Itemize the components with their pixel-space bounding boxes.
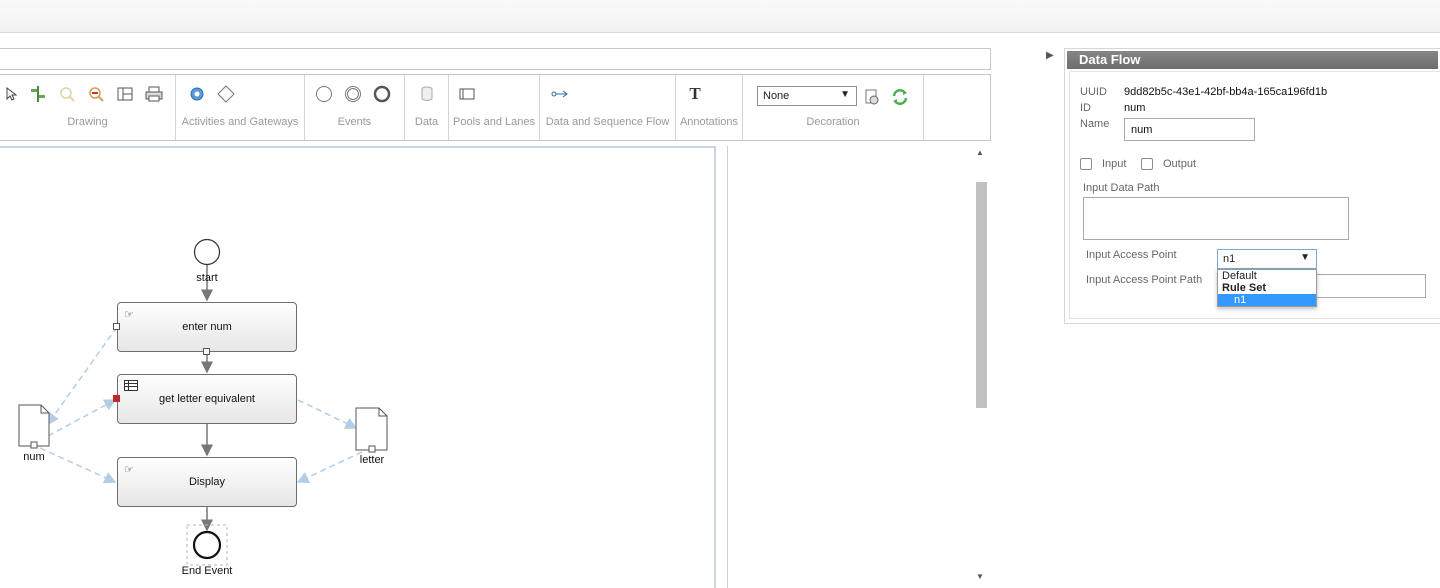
- name-label: Name: [1080, 118, 1110, 130]
- input-data-path-field[interactable]: [1083, 197, 1349, 240]
- input-access-point-value: n1: [1223, 253, 1236, 265]
- data-flow[interactable]: [47, 326, 118, 426]
- hand-icon: ☞: [124, 309, 134, 321]
- data-object-handle[interactable]: [30, 441, 38, 449]
- end-event[interactable]: [192, 530, 222, 560]
- data-flow[interactable]: [47, 399, 117, 437]
- start-event-label: start: [196, 272, 218, 284]
- task-handle-active[interactable]: [113, 395, 120, 402]
- start-event[interactable]: [193, 238, 221, 266]
- scrollbar-thumb[interactable]: [976, 182, 987, 408]
- decoration-settings-icon[interactable]: [863, 88, 881, 106]
- option-group-rule-set: Rule Set: [1222, 282, 1267, 294]
- uuid-value: 9dd82b5c-43e1-42bf-bb4a-165ca196fd1b: [1124, 86, 1328, 98]
- task-label: enter num: [182, 321, 232, 333]
- chevron-down-icon: ▼: [840, 89, 850, 100]
- end-event-label: End Event: [181, 565, 233, 577]
- vertical-scrollbar[interactable]: ▲ ▼: [974, 146, 988, 588]
- diagram-connectors: [18, 238, 388, 566]
- task-label: get letter equivalent: [158, 393, 255, 405]
- id-value: num: [1124, 102, 1146, 114]
- decoration-select-value: None: [763, 90, 790, 102]
- uuid-label: UUID: [1080, 86, 1107, 98]
- input-access-point-label: Input Access Point: [1086, 249, 1177, 261]
- data-object-label: letter: [359, 454, 385, 466]
- hand-icon: ☞: [124, 464, 134, 476]
- task-handle[interactable]: [113, 323, 120, 330]
- name-field[interactable]: [1124, 118, 1255, 141]
- option-default[interactable]: Default: [1218, 270, 1316, 282]
- output-checkbox[interactable]: [1141, 158, 1153, 170]
- input-access-point-path-field[interactable]: [1316, 274, 1426, 298]
- task-get-letter-equivalent[interactable]: get letter equivalent: [117, 374, 297, 424]
- input-access-point-path-label: Input Access Point Path: [1086, 274, 1203, 286]
- refresh-icon[interactable]: [891, 88, 909, 106]
- decoration-select[interactable]: None ▼: [757, 86, 857, 106]
- scroll-down-icon[interactable]: ▼: [976, 572, 984, 581]
- canvas-divider: [727, 146, 728, 588]
- input-checkbox[interactable]: [1080, 158, 1092, 170]
- access-point-options: Default Rule Set n1: [1217, 269, 1317, 307]
- task-enter-num[interactable]: ☞ enter num: [117, 302, 297, 352]
- chevron-down-icon: ▼: [1300, 252, 1310, 263]
- id-label: ID: [1080, 102, 1091, 114]
- data-object-label: num: [23, 451, 45, 463]
- task-label: Display: [188, 476, 226, 488]
- input-data-path-label: Input Data Path: [1083, 182, 1160, 194]
- output-checkbox-label: Output: [1163, 158, 1197, 170]
- data-object-num[interactable]: [18, 404, 50, 447]
- task-display[interactable]: ☞ Display: [117, 457, 297, 507]
- table-icon: [124, 380, 138, 394]
- panel-toggle-icon[interactable]: ▶: [1046, 50, 1054, 61]
- option-n1[interactable]: n1: [1218, 294, 1316, 306]
- input-access-point-select[interactable]: n1 ▼: [1217, 249, 1317, 269]
- panel-title: Data Flow: [1067, 51, 1438, 69]
- toolbar-group-decoration: Decoration: [743, 75, 924, 140]
- task-handle[interactable]: [203, 348, 210, 355]
- group-label: Decoration: [806, 116, 860, 128]
- data-object-letter[interactable]: [355, 407, 388, 451]
- data-object-handle[interactable]: [368, 445, 376, 453]
- scroll-up-icon[interactable]: ▲: [976, 148, 984, 157]
- data-flow[interactable]: [297, 399, 358, 429]
- input-checkbox-label: Input: [1102, 158, 1127, 170]
